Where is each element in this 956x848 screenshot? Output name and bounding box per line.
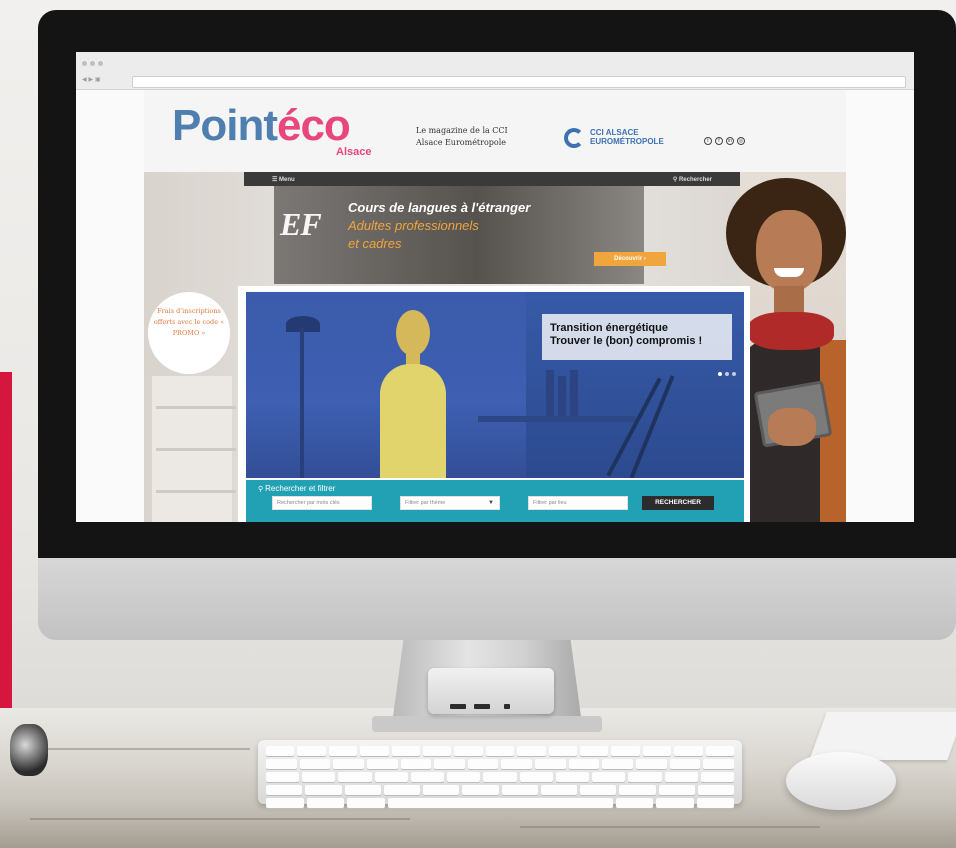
window-minimize-button[interactable] — [90, 61, 95, 66]
twitter-icon[interactable]: t — [704, 137, 712, 145]
cci-name[interactable]: CCI ALSACE EUROMÉTROPOLE — [590, 128, 690, 146]
logo-eco: éco — [276, 101, 351, 150]
usb-hub — [428, 668, 554, 714]
imac-chin — [38, 558, 956, 640]
ad-subline: et cadres — [348, 236, 402, 251]
window-close-button[interactable] — [82, 61, 87, 66]
slider-dot[interactable] — [725, 372, 729, 376]
address-bar[interactable] — [132, 76, 906, 88]
search-link-label: Rechercher — [678, 177, 712, 183]
book — [546, 370, 554, 416]
slider-dot[interactable] — [718, 372, 722, 376]
desk-crack — [30, 818, 410, 820]
woman-scarf — [748, 312, 834, 350]
book — [570, 370, 578, 416]
article-title-line: Transition énergétique — [550, 322, 668, 334]
usb-port — [450, 704, 466, 709]
wall-shelf — [478, 416, 636, 422]
headphones — [10, 724, 48, 776]
key-row — [266, 772, 735, 782]
site-logo[interactable]: Pointéco — [172, 101, 351, 150]
webpage: Pointéco Alsace Le magazine de la CCI Al… — [144, 90, 846, 522]
discover-button[interactable]: Découvrir › — [594, 252, 666, 266]
search-icon: ⚲ — [258, 485, 264, 493]
key-row — [266, 746, 735, 756]
place-filter-input[interactable]: Filtrer par lieu — [528, 496, 628, 510]
usb-port — [474, 704, 490, 709]
slider-dot[interactable] — [732, 372, 736, 376]
chevron-down-icon: ▼ — [488, 500, 494, 506]
lamp-stand — [300, 328, 304, 478]
ef-logo: EF — [280, 206, 322, 242]
imac-stand-base — [372, 716, 602, 732]
ad-subline: Adultes professionnels — [348, 218, 479, 233]
article-title-line: Trouver le (bon) compromis ! — [550, 335, 703, 347]
site-tagline: Le magazine de la CCI Alsace Eurométropo… — [416, 126, 508, 147]
keyword-search-input[interactable]: Rechercher par mots clés — [272, 496, 372, 510]
shelf-decor — [148, 376, 236, 522]
ad-headline: Cours de langues à l'étranger — [348, 200, 531, 215]
book — [558, 376, 566, 416]
key-row — [266, 785, 734, 795]
screen: ◀ ▶ ▣ Pointéco Alsace Le magazine de la … — [76, 52, 914, 522]
slider-dots — [718, 372, 736, 376]
search-link[interactable]: ⚲ Rechercher — [673, 176, 712, 183]
cci-logo-icon[interactable] — [564, 128, 584, 148]
woman-hand — [768, 408, 816, 446]
desk-crack — [520, 826, 820, 828]
linkedin-icon[interactable]: in — [726, 137, 734, 145]
desk-crack — [40, 748, 250, 750]
search-filter-title-text: Rechercher et filtrer — [265, 484, 336, 493]
keyboard — [258, 740, 742, 808]
figure-yellow-dress — [380, 364, 446, 478]
main-nav-bar: ☰ Menu ⚲ Rechercher — [244, 172, 742, 186]
menu-button[interactable]: ☰ Menu — [272, 176, 295, 183]
window-zoom-button[interactable] — [98, 61, 103, 66]
logo-point: Point — [172, 101, 278, 150]
facebook-icon[interactable]: f — [715, 137, 723, 145]
woman-smile — [774, 268, 804, 277]
woman-face — [756, 210, 822, 292]
promo-badge[interactable]: Frais d'inscriptions offerts avec le cod… — [148, 292, 230, 374]
browser-toolbar: ◀ ▶ ▣ — [76, 52, 914, 90]
key-row — [266, 759, 734, 769]
usb-c-port — [504, 704, 510, 709]
theme-filter-label: Filtrer par thème — [405, 500, 446, 506]
mouse — [786, 752, 896, 810]
social-links: t f in ◎ — [704, 137, 745, 145]
theme-filter-select[interactable]: Filtrer par thème ▼ — [400, 496, 500, 510]
browser-nav-arrows-icon[interactable]: ◀ ▶ ▣ — [82, 76, 101, 83]
logo-subtitle: Alsace — [336, 146, 372, 158]
search-button[interactable]: RECHERCHER — [642, 496, 714, 510]
key-row — [266, 798, 734, 808]
instagram-icon[interactable]: ◎ — [737, 137, 745, 145]
search-filter-title: ⚲ Rechercher et filtrer — [258, 484, 335, 493]
article-title[interactable]: Transition énergétique Trouver le (bon) … — [550, 322, 702, 348]
site-header: Pointéco Alsace Le magazine de la CCI Al… — [144, 90, 846, 172]
